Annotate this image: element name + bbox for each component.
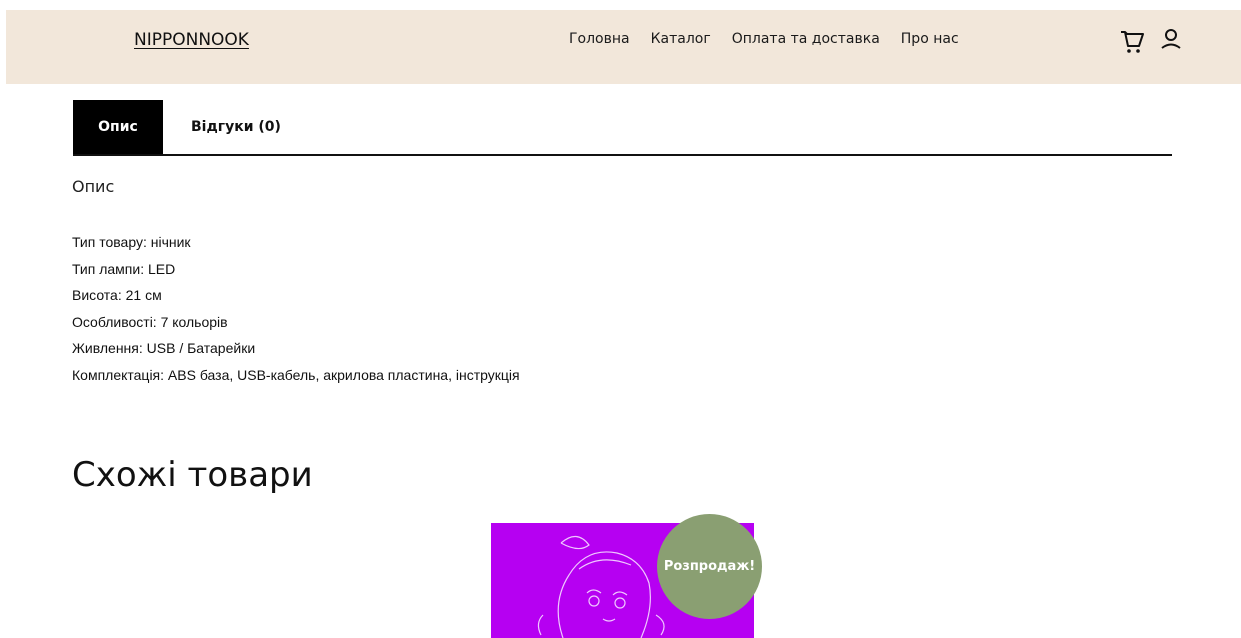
nav-about[interactable]: Про нас: [901, 31, 959, 47]
sale-badge: Розпродаж!: [657, 514, 762, 619]
tab-reviews[interactable]: Відгуки (0): [191, 100, 281, 154]
description-list: Тип товару: нічник Тип лампи: LED Висота…: [72, 229, 520, 388]
product-tabs: Опис Відгуки (0): [73, 100, 1172, 156]
description-heading: Опис: [72, 177, 115, 196]
site-logo-link[interactable]: NIPPONNOOK: [134, 30, 249, 50]
nav-catalog[interactable]: Каталог: [651, 31, 711, 47]
user-icon[interactable]: [1159, 27, 1183, 53]
description-line: Висота: 21 см: [72, 287, 162, 303]
description-line: Живлення: USB / Батарейки: [72, 340, 256, 356]
tab-description[interactable]: Опис: [73, 100, 163, 154]
description-line: Комплектація: ABS база, USB-кабель, акри…: [72, 366, 520, 383]
main-nav: Головна Каталог Оплата та доставка Про н…: [569, 31, 959, 47]
cart-icon[interactable]: [1118, 26, 1146, 56]
description-line: Особливості: 7 кольорів: [72, 313, 228, 330]
description-line: Тип лампи: LED: [72, 260, 176, 277]
site-header: NIPPONNOOK Головна Каталог Оплата та дос…: [6, 10, 1241, 84]
similar-products-title: Схожі товари: [72, 455, 313, 495]
nav-home[interactable]: Головна: [569, 31, 630, 47]
description-line: Тип товару: нічник: [72, 234, 191, 250]
nav-payment-delivery[interactable]: Оплата та доставка: [732, 31, 880, 47]
